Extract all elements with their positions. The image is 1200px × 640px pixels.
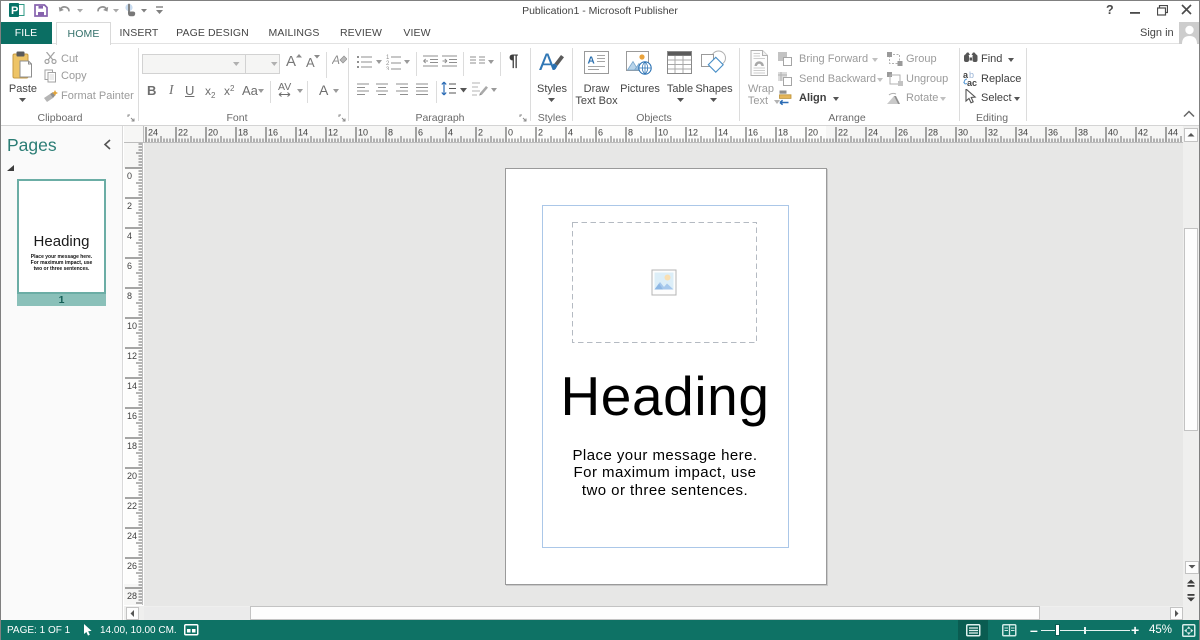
- svg-text:30: 30: [958, 128, 968, 138]
- svg-text:3: 3: [386, 67, 390, 70]
- svg-text:0: 0: [127, 171, 132, 181]
- svg-text:26: 26: [127, 561, 137, 571]
- svg-text:22: 22: [178, 128, 188, 138]
- svg-text:26: 26: [898, 128, 908, 138]
- svg-text:4: 4: [568, 128, 573, 138]
- svg-text:28: 28: [928, 128, 938, 138]
- svg-text:ac: ac: [967, 78, 977, 86]
- svg-text:12: 12: [127, 351, 137, 361]
- svg-text:14: 14: [127, 381, 137, 391]
- svg-text:34: 34: [1018, 128, 1028, 138]
- svg-text:4: 4: [127, 231, 132, 241]
- svg-text:14: 14: [718, 128, 728, 138]
- svg-text:18: 18: [778, 128, 788, 138]
- svg-text:10: 10: [127, 321, 137, 331]
- svg-text:16: 16: [127, 411, 137, 421]
- svg-text:2: 2: [478, 128, 483, 138]
- svg-text:14: 14: [298, 128, 308, 138]
- svg-text:42: 42: [1138, 128, 1148, 138]
- svg-text:4: 4: [448, 128, 453, 138]
- svg-text:38: 38: [1078, 128, 1088, 138]
- svg-text:24: 24: [148, 128, 158, 138]
- svg-text:44: 44: [1168, 128, 1178, 138]
- svg-text:28: 28: [127, 591, 137, 601]
- svg-text:36: 36: [1048, 128, 1058, 138]
- svg-text:20: 20: [808, 128, 818, 138]
- svg-text:8: 8: [127, 291, 132, 301]
- svg-text:6: 6: [418, 128, 423, 138]
- svg-text:10: 10: [658, 128, 668, 138]
- svg-text:10: 10: [358, 128, 368, 138]
- svg-text:16: 16: [748, 128, 758, 138]
- svg-text:2: 2: [127, 201, 132, 211]
- svg-text:A: A: [588, 56, 595, 67]
- svg-text:18: 18: [238, 128, 248, 138]
- svg-text:A: A: [332, 53, 340, 67]
- svg-text:40: 40: [1108, 128, 1118, 138]
- svg-text:12: 12: [688, 128, 698, 138]
- svg-text:24: 24: [127, 531, 137, 541]
- svg-text:32: 32: [988, 128, 998, 138]
- svg-text:8: 8: [628, 128, 633, 138]
- svg-text:6: 6: [598, 128, 603, 138]
- svg-text:16: 16: [268, 128, 278, 138]
- svg-text:8: 8: [388, 128, 393, 138]
- svg-text:20: 20: [208, 128, 218, 138]
- svg-text:22: 22: [838, 128, 848, 138]
- svg-text:0: 0: [508, 128, 513, 138]
- svg-text:12: 12: [328, 128, 338, 138]
- svg-text:18: 18: [127, 441, 137, 451]
- svg-text:24: 24: [868, 128, 878, 138]
- svg-text:20: 20: [127, 471, 137, 481]
- svg-text:A: A: [539, 49, 555, 76]
- svg-text:AV: AV: [278, 81, 291, 93]
- svg-text:6: 6: [127, 261, 132, 271]
- svg-text:22: 22: [127, 501, 137, 511]
- svg-text:2: 2: [538, 128, 543, 138]
